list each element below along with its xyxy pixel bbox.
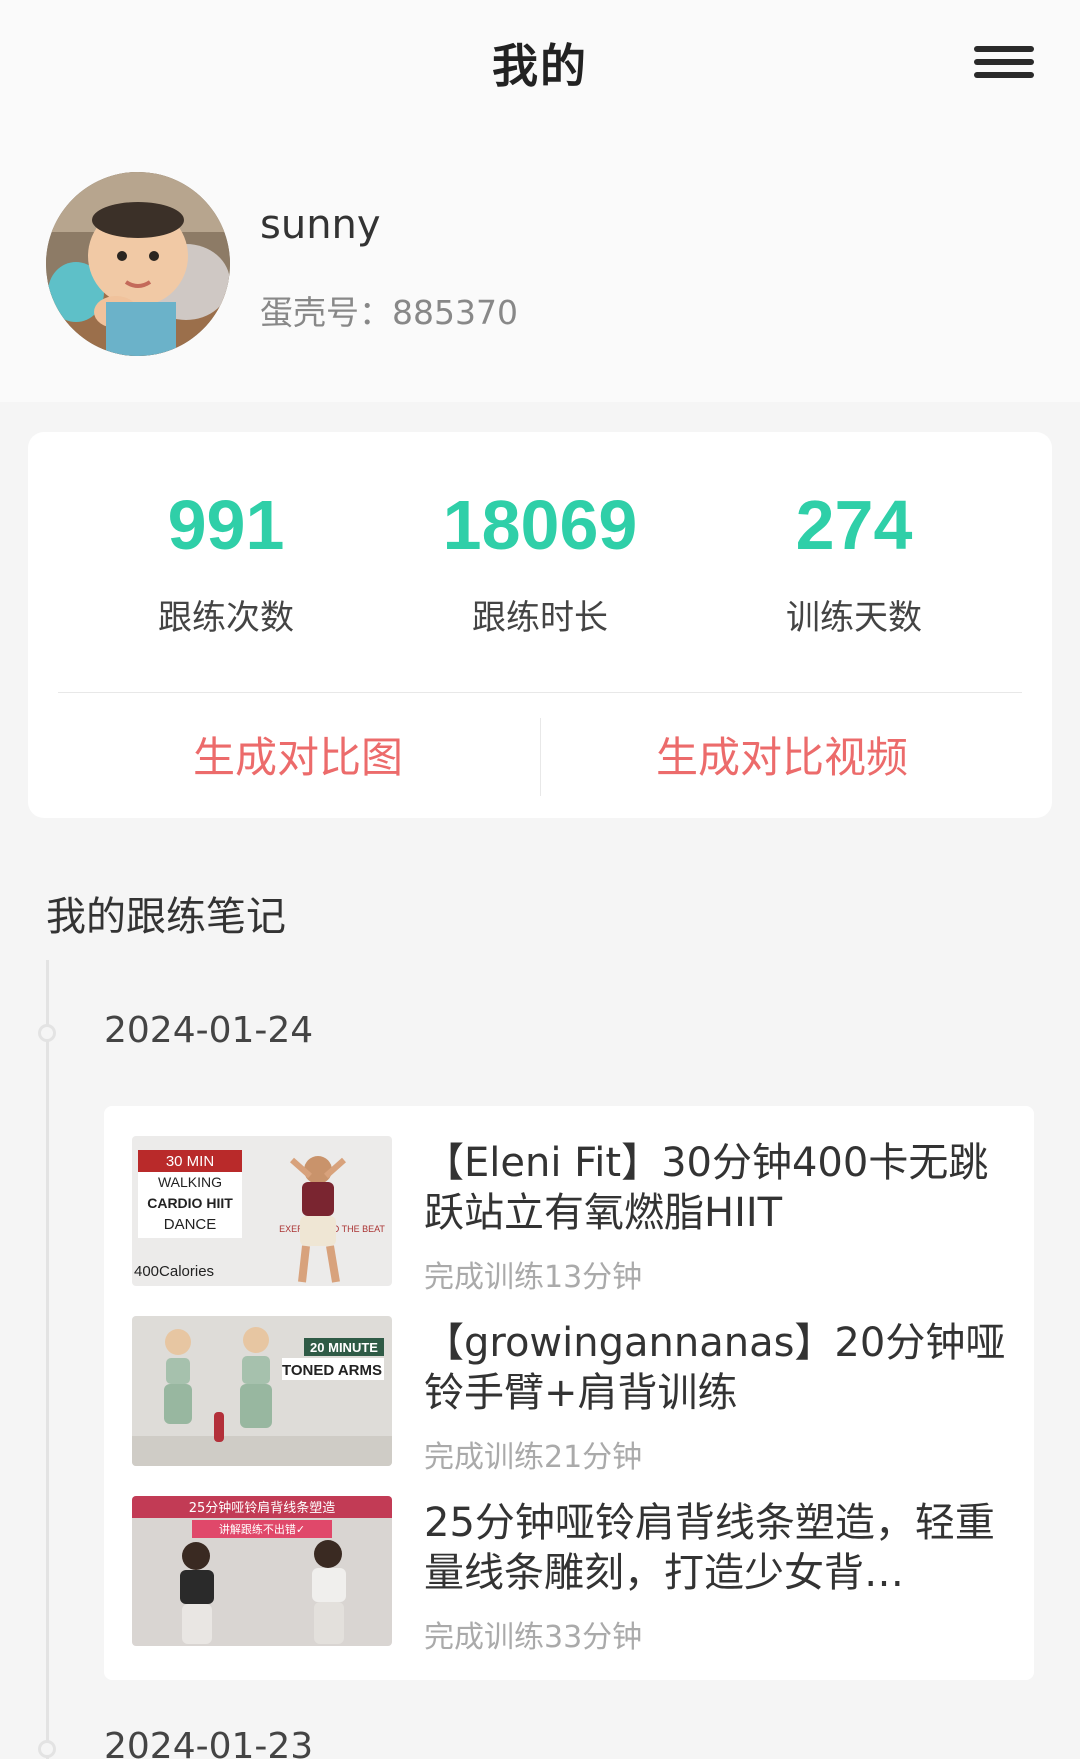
divider [540,718,541,796]
generate-comparison-image-button[interactable]: 生成对比图 [58,724,538,794]
top-bar: 我的 [0,0,1080,130]
username: sunny [260,202,381,248]
workout-title: 25分钟哑铃肩背线条塑造，轻重量线条雕刻，打造少女背… [424,1500,995,1596]
thumb-text: 20 MINUTE [310,1340,378,1355]
workout-thumbnail: 30 MIN WALKING CARDIO HIIT DANCE 400Calo… [132,1136,392,1286]
thumb-text: 400Calories [134,1263,214,1280]
divider [58,692,1022,693]
stat-label: 跟练时长 [472,598,608,638]
stat-label: 跟练次数 [158,598,294,638]
workout-title: 【growingannanas】20分钟哑铃手臂+肩背训练 [424,1320,1006,1416]
notes-section-title: 我的跟练笔记 [46,894,286,940]
timeline-dot [38,1024,56,1042]
stats-card: 991 跟练次数 18069 跟练时长 274 训练天数 生成对比图 生成对比视… [28,432,1052,818]
page-title: 我的 [492,39,588,93]
stat-sessions: 991 跟练次数 [56,490,396,639]
timeline-line [46,960,49,1759]
profile-header: sunny 蛋壳号：885370 [0,130,1080,402]
thumb-text: WALKING [158,1174,222,1190]
thumb-text: TONED ARMS [282,1362,382,1379]
note-date: 2024-01-23 [104,1726,314,1759]
stat-duration: 18069 跟练时长 [370,490,710,639]
workout-item[interactable]: 20 MINUTE TONED ARMS 【growingannanas】20分… [132,1316,1012,1475]
workout-thumbnail: 25分钟哑铃肩背线条塑造 讲解跟练不出错✓ [132,1496,392,1646]
workout-list-card: 30 MIN WALKING CARDIO HIIT DANCE 400Calo… [104,1106,1034,1680]
avatar-image [46,172,230,356]
avatar[interactable] [46,172,230,356]
menu-icon[interactable] [974,44,1034,84]
stat-label: 训练天数 [786,598,922,638]
stat-value: 274 [795,486,913,564]
user-id: 蛋壳号：885370 [260,293,518,332]
note-date: 2024-01-24 [104,1010,314,1051]
generate-comparison-video-button[interactable]: 生成对比视频 [542,724,1022,794]
workout-duration: 完成训练21分钟 [424,1440,643,1475]
workout-title: 【Eleni Fit】30分钟400卡无跳跃站立有氧燃脂HIIT [424,1140,989,1236]
thumb-text: CARDIO HIIT [147,1195,233,1211]
workout-thumbnail: 20 MINUTE TONED ARMS [132,1316,392,1466]
workout-duration: 完成训练13分钟 [424,1260,643,1295]
profile-page: 我的 sunny 蛋壳号：885370 991 跟练次数 18069 跟练时长 … [0,0,1080,1759]
timeline-dot [38,1740,56,1758]
thumb-text: DANCE [164,1216,217,1233]
thumb-text: 30 MIN [166,1153,214,1170]
workout-duration: 完成训练33分钟 [424,1620,643,1655]
workout-item[interactable]: 25分钟哑铃肩背线条塑造 讲解跟练不出错✓ 25分钟哑铃肩背线条塑造，轻重量线条… [132,1496,1012,1655]
workout-item[interactable]: 30 MIN WALKING CARDIO HIIT DANCE 400Calo… [132,1136,1012,1295]
stat-days: 274 训练天数 [684,490,1024,639]
stat-value: 18069 [442,486,638,564]
thumb-text: 讲解跟练不出错✓ [219,1522,305,1536]
thumb-text: 25分钟哑铃肩背线条塑造 [189,1500,336,1516]
stat-value: 991 [167,486,285,564]
